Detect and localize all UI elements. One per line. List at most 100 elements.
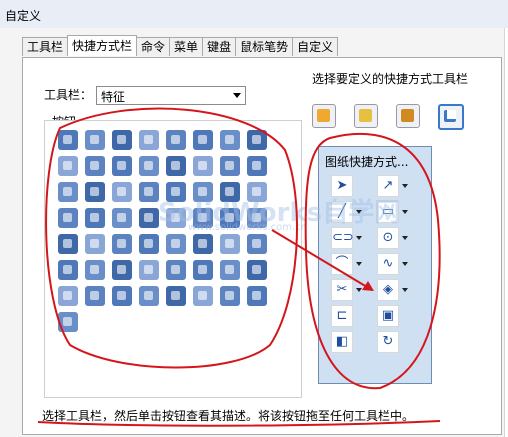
sketch-shortcut-icon[interactable] (438, 104, 464, 130)
wrap-icon[interactable] (220, 156, 240, 176)
curve-xyz-icon[interactable] (193, 260, 213, 280)
tab-keyboard[interactable]: 键盘 (202, 37, 237, 56)
drawing-shortcut-toolbar: 图纸快捷方式... ➤ ↗ ╱ ▭ ⊂⊃ ⊙ ⌒ ∿ ✂ ◈ ⊏ ▣ ◧ ↻ (318, 146, 432, 384)
tab-shortcut-bar[interactable]: 快捷方式栏 (67, 35, 138, 56)
rotate-view-icon[interactable]: ↻ (377, 331, 399, 353)
coordinate-system-icon[interactable] (139, 234, 159, 254)
standard-views-icon-glyph: ◧ (335, 334, 349, 349)
part-shortcut-icon[interactable] (312, 104, 336, 128)
drawing-shortcut-icon[interactable] (396, 104, 420, 128)
chamfer-icon[interactable] (85, 156, 105, 176)
cut-revolve-icon[interactable] (193, 130, 213, 150)
title-bar: 自定义 (0, 0, 508, 28)
assembly-shortcut-icon[interactable] (354, 104, 378, 128)
rebuild-3d-icon[interactable] (58, 312, 78, 332)
chevron-down-icon[interactable] (402, 262, 408, 266)
projected-curve-icon[interactable] (85, 260, 105, 280)
chevron-down-icon[interactable] (402, 288, 408, 292)
measure-icon[interactable] (85, 234, 105, 254)
shell-icon[interactable] (139, 156, 159, 176)
watermark-url: www.solidworks.com.cn (188, 222, 307, 233)
draft-icon[interactable] (166, 156, 186, 176)
tab-mouse-gestures[interactable]: 鼠标笔势 (235, 37, 294, 56)
status-text: 选择工具栏，然后单击按钮查看其描述。将该按钮拖至任何工具栏中。 (42, 409, 415, 423)
deform-icon[interactable] (58, 286, 78, 306)
split-icon[interactable] (58, 208, 78, 228)
rib-icon[interactable] (112, 156, 132, 176)
mirror-icon[interactable] (112, 182, 132, 202)
cube-view-icon[interactable]: ◈ (377, 279, 399, 301)
toolbar-select-value: 特征 (101, 90, 126, 104)
loft-icon[interactable] (139, 130, 159, 150)
chevron-down-icon[interactable] (356, 288, 362, 292)
bounding-box-icon[interactable] (220, 234, 240, 254)
rotate-view-icon-glyph: ↻ (382, 334, 394, 349)
sweep-icon[interactable] (112, 130, 132, 150)
tab-commands[interactable]: 命令 (136, 37, 171, 56)
circle-icon[interactable]: ⊙ (377, 227, 399, 249)
hole-icon[interactable] (193, 156, 213, 176)
boss-extrude-icon[interactable] (58, 130, 78, 150)
split-line-icon[interactable] (58, 260, 78, 280)
offset-icon[interactable]: ⊏ (331, 305, 353, 327)
center-of-mass-icon[interactable] (247, 234, 267, 254)
chevron-down-icon[interactable] (402, 210, 408, 214)
chevron-down-icon[interactable] (402, 184, 408, 188)
standard-views-icon[interactable]: ◧ (331, 331, 353, 353)
arc-icon[interactable]: ⌒ (331, 253, 353, 275)
toolbar-field-label: 工具栏： (44, 88, 93, 102)
delete-face-icon[interactable] (139, 208, 159, 228)
check-icon[interactable] (247, 286, 267, 306)
circular-pattern-icon[interactable] (85, 182, 105, 202)
toolbar-select[interactable]: 特征 (96, 86, 246, 105)
chevron-down-icon[interactable] (402, 236, 408, 240)
flex-icon[interactable] (85, 286, 105, 306)
mold-icon[interactable] (139, 286, 159, 306)
composite-curve-icon[interactable] (112, 260, 132, 280)
model-view-icon-glyph: ▣ (381, 308, 395, 323)
cut-sweep-icon[interactable] (220, 130, 240, 150)
feature-works-icon[interactable] (193, 286, 213, 306)
curve-through-points-icon[interactable] (166, 260, 186, 280)
circle-icon-glyph: ⊙ (382, 230, 394, 245)
point-icon[interactable] (166, 234, 186, 254)
revolve-icon[interactable] (85, 130, 105, 150)
move-face-icon[interactable] (112, 208, 132, 228)
linear-pattern-icon[interactable] (58, 182, 78, 202)
offset-icon-glyph: ⊏ (336, 308, 348, 323)
window-title: 自定义 (5, 9, 42, 23)
mate-reference-icon[interactable] (193, 234, 213, 254)
axis-icon[interactable] (112, 234, 132, 254)
instant3d-icon[interactable] (220, 260, 240, 280)
chevron-down-icon[interactable] (356, 236, 362, 240)
arc-icon-glyph: ⌒ (335, 256, 349, 271)
spline-icon[interactable]: ∿ (377, 253, 399, 275)
fillet-icon[interactable] (58, 156, 78, 176)
tab-toolbars[interactable]: 工具栏 (22, 37, 69, 56)
reference-plane-icon[interactable] (58, 234, 78, 254)
tab-strip: 工具栏 快捷方式栏 命令 菜单 键盘 鼠标笔势 自定义 (22, 35, 339, 57)
tab-menus[interactable]: 菜单 (169, 37, 204, 56)
cube-view-icon-glyph: ◈ (383, 282, 393, 297)
slot-icon[interactable]: ⊂⊃ (331, 227, 354, 249)
drawing-toolbar-title: 图纸快捷方式... (325, 155, 409, 169)
freeform-icon[interactable] (247, 260, 267, 280)
wizard-hole-icon[interactable] (220, 286, 240, 306)
trim-icon[interactable]: ✂ (331, 279, 353, 301)
cut-extrude-icon[interactable] (166, 130, 186, 150)
shortcut-picker-label: 选择要定义的快捷方式工具栏 (312, 72, 469, 86)
trim-icon-glyph: ✂ (336, 282, 348, 297)
helix-icon[interactable] (139, 260, 159, 280)
curve-pattern-icon[interactable] (139, 182, 159, 202)
slot-icon-glyph: ⊂⊃ (332, 230, 354, 245)
model-view-icon[interactable]: ▣ (377, 305, 399, 327)
chevron-down-icon[interactable] (356, 262, 362, 266)
imported-geometry-icon[interactable] (166, 286, 186, 306)
dome-icon[interactable] (247, 156, 267, 176)
spline-icon-glyph: ∿ (382, 256, 394, 271)
chevron-down-icon (233, 93, 241, 98)
combine-icon[interactable] (85, 208, 105, 228)
cut-loft-icon[interactable] (247, 130, 267, 150)
tab-customization[interactable]: 自定义 (292, 37, 339, 56)
cavity-icon[interactable] (112, 286, 132, 306)
